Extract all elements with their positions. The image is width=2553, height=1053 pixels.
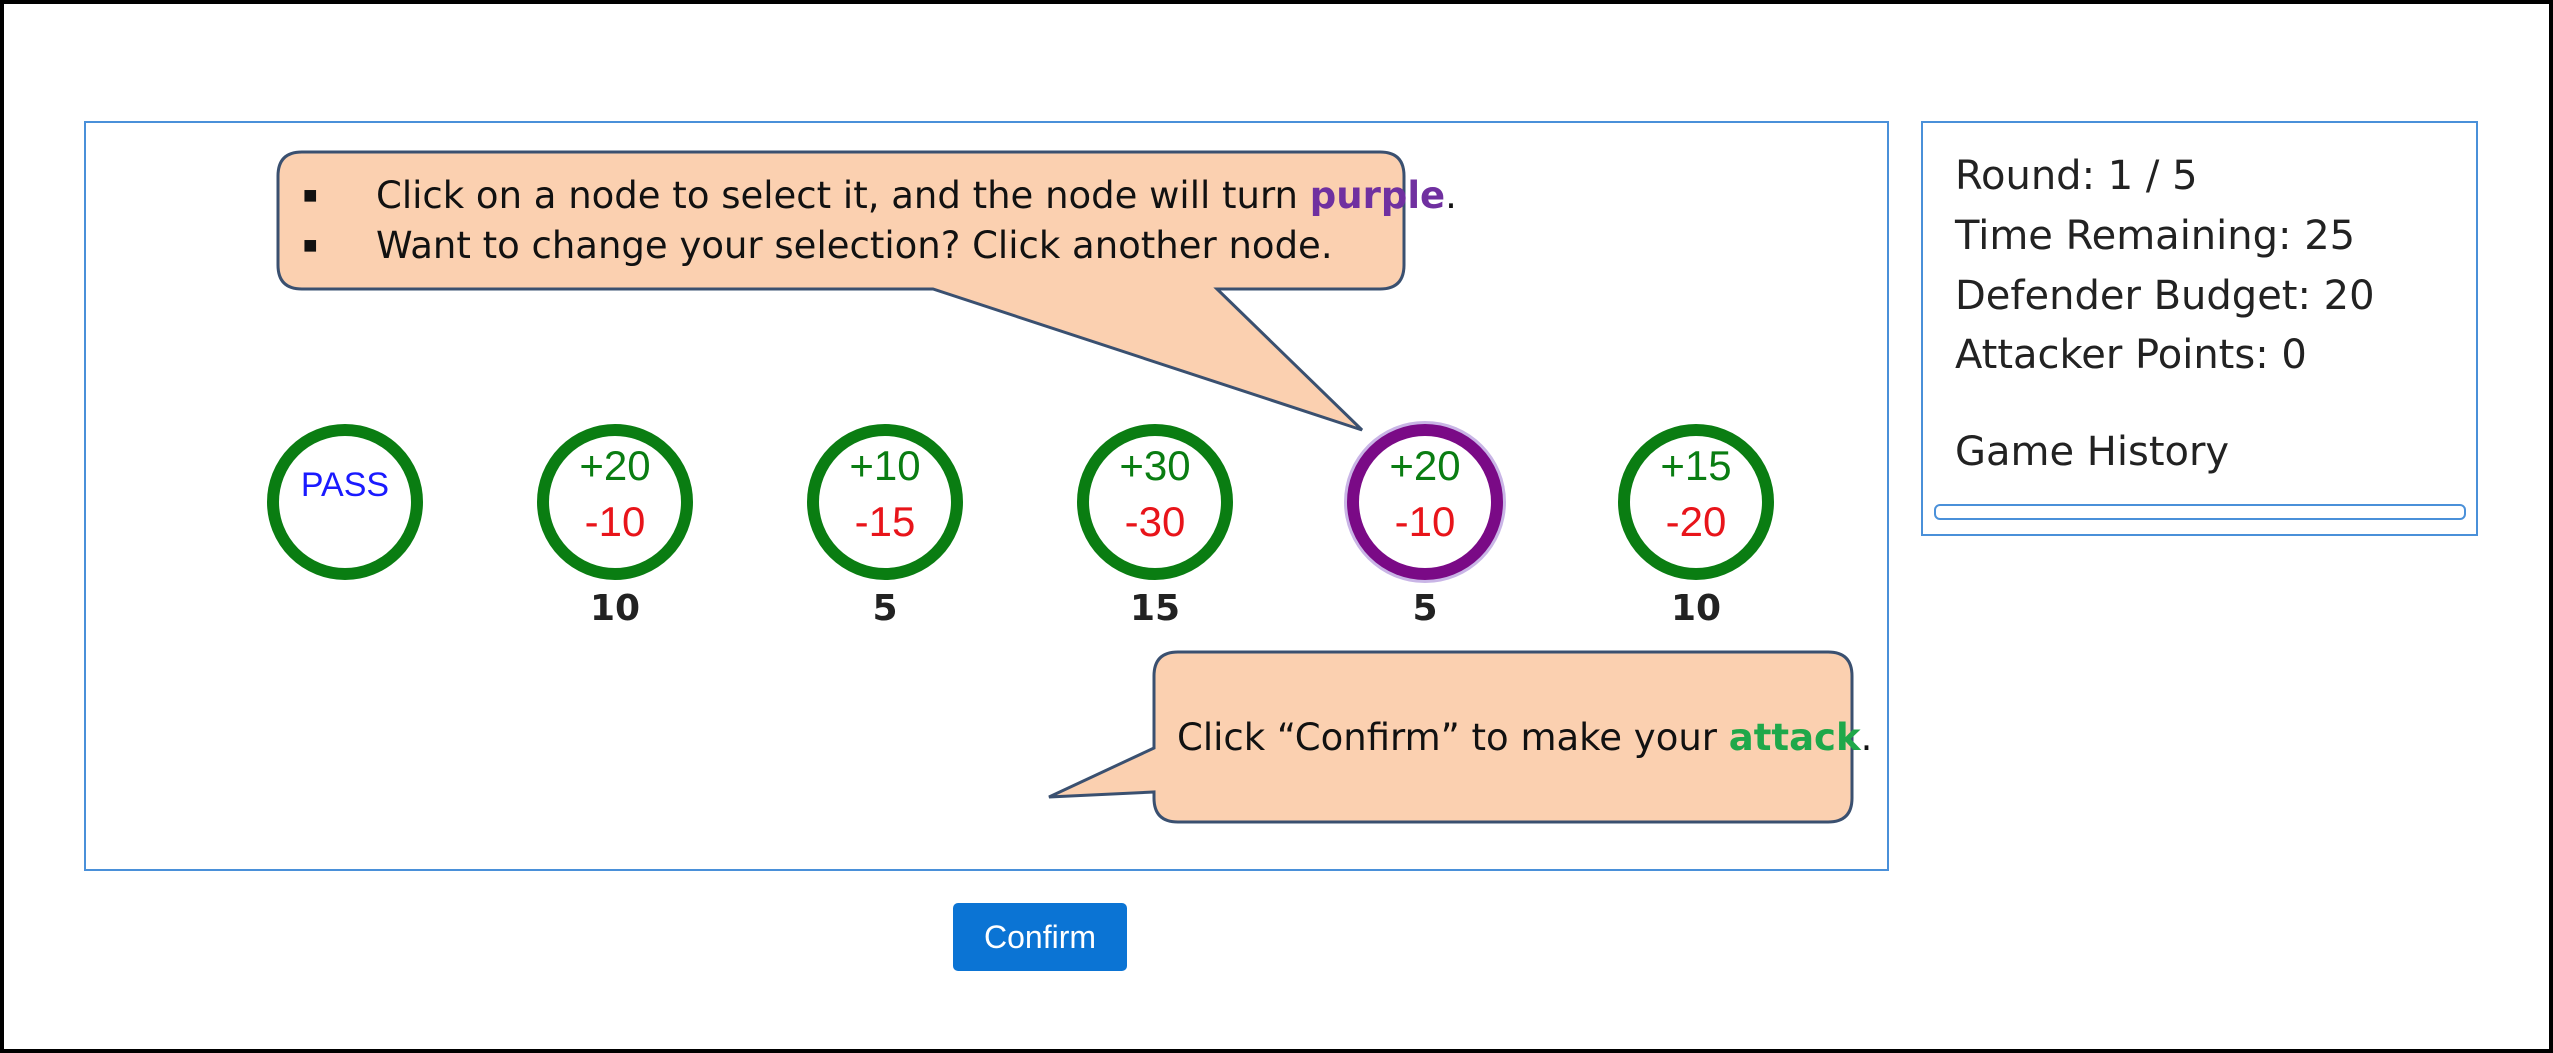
purple-highlight: purple bbox=[1309, 174, 1446, 217]
square-bullet-icon: ■ bbox=[303, 232, 318, 259]
instruction-select-node: Click on a node to select it, and the no… bbox=[376, 174, 1457, 217]
tutorial-callouts bbox=[276, 150, 1854, 824]
instruction-confirm: Click “Confirm” to make your attack. bbox=[1177, 716, 1873, 759]
instruction-change-selection: Want to change your selection? Click ano… bbox=[376, 224, 1333, 267]
attack-highlight: attack bbox=[1728, 716, 1861, 759]
square-bullet-icon: ■ bbox=[303, 182, 318, 209]
